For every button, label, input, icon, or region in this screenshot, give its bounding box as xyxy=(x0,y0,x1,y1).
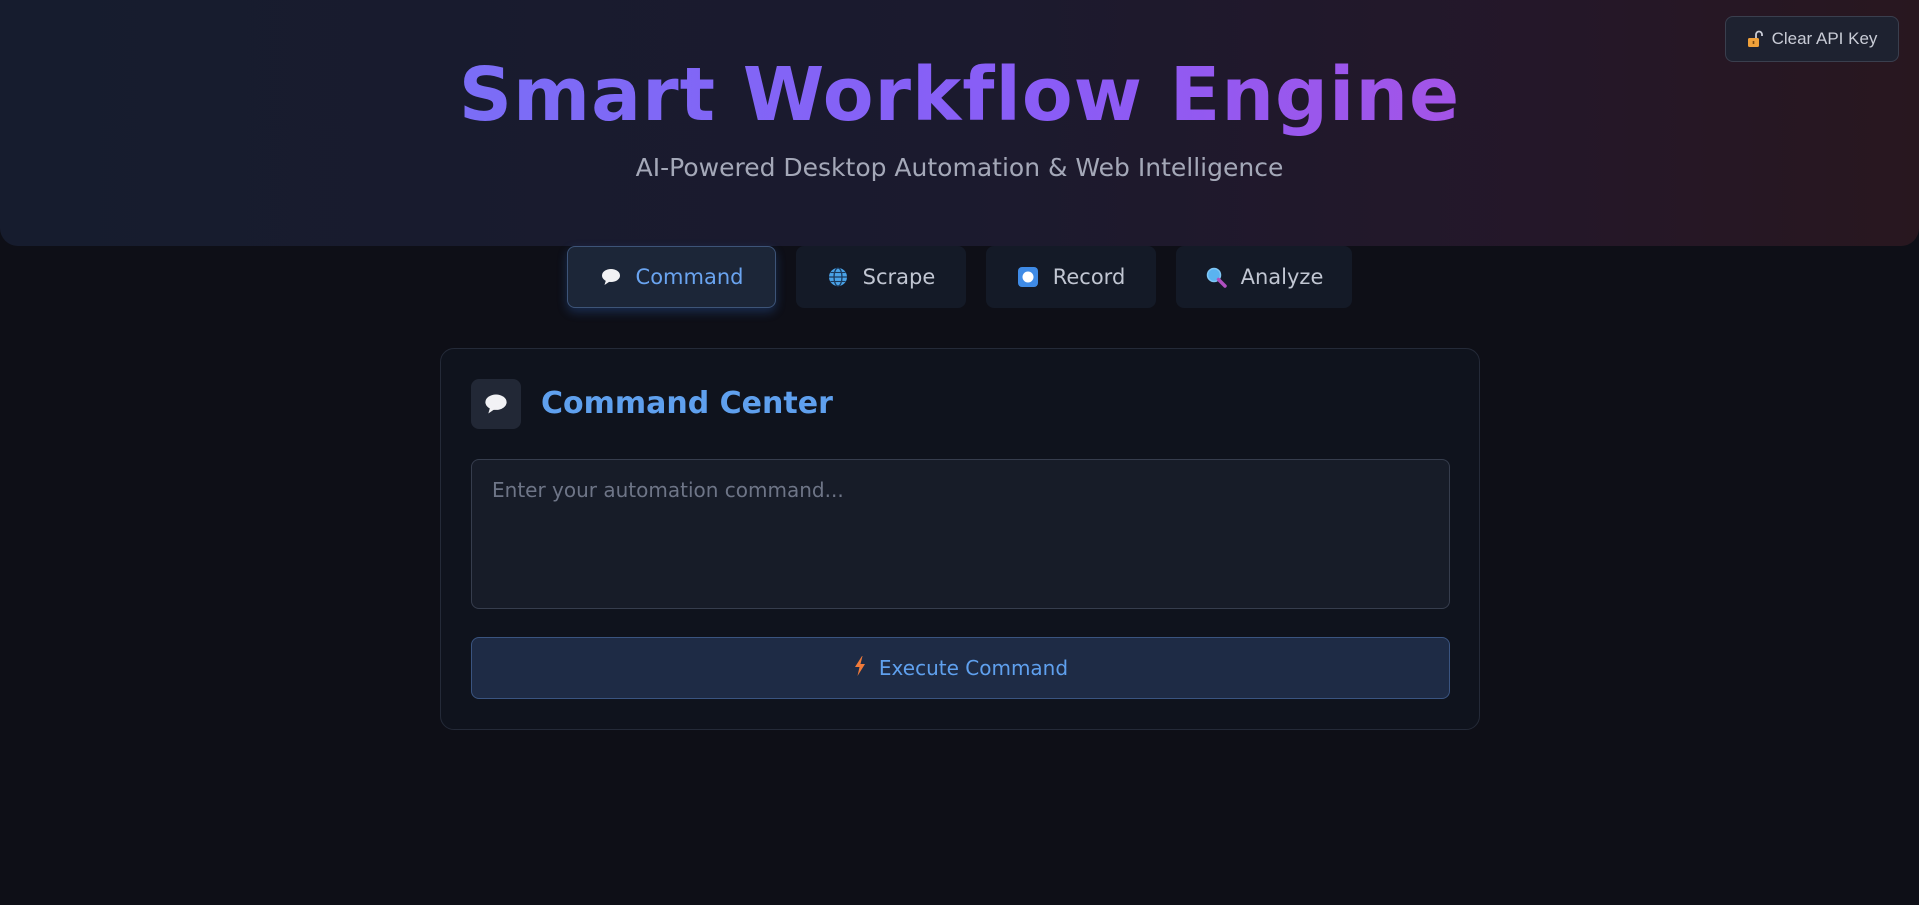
page-title: Smart Workflow Engine xyxy=(0,52,1919,138)
card-icon-tile xyxy=(471,379,521,429)
tab-bar: Command Scrape Record Analyze xyxy=(0,246,1919,308)
tab-analyze[interactable]: Analyze xyxy=(1176,246,1352,308)
magnifier-icon xyxy=(1205,266,1227,288)
tab-analyze-label: Analyze xyxy=(1240,265,1324,289)
tab-scrape[interactable]: Scrape xyxy=(796,246,966,308)
execute-command-label: Execute Command xyxy=(878,656,1069,680)
clear-api-key-label: Clear API Key xyxy=(1771,29,1878,48)
page-subtitle: AI-Powered Desktop Automation & Web Inte… xyxy=(635,153,1284,182)
clear-api-key-button[interactable]: Clear API Key xyxy=(1725,16,1899,62)
command-input[interactable] xyxy=(471,459,1450,609)
record-icon xyxy=(1017,266,1039,288)
header-banner: Smart Workflow Engine AI-Powered Desktop… xyxy=(0,0,1919,246)
lightning-icon xyxy=(853,655,867,682)
tab-command[interactable]: Command xyxy=(567,246,776,308)
execute-command-button[interactable]: Execute Command xyxy=(471,637,1450,699)
tab-record-label: Record xyxy=(1052,265,1126,289)
tab-record[interactable]: Record xyxy=(986,246,1156,308)
tab-scrape-label: Scrape xyxy=(862,265,936,289)
card-title: Command Center xyxy=(541,386,833,421)
tab-command-label: Command xyxy=(635,265,744,289)
speech-bubble-icon xyxy=(600,266,622,288)
globe-icon xyxy=(827,266,849,288)
speech-bubble-icon xyxy=(485,394,507,414)
command-center-card: Command Center Execute Command xyxy=(440,348,1480,730)
unlocked-padlock-icon xyxy=(1747,30,1764,48)
